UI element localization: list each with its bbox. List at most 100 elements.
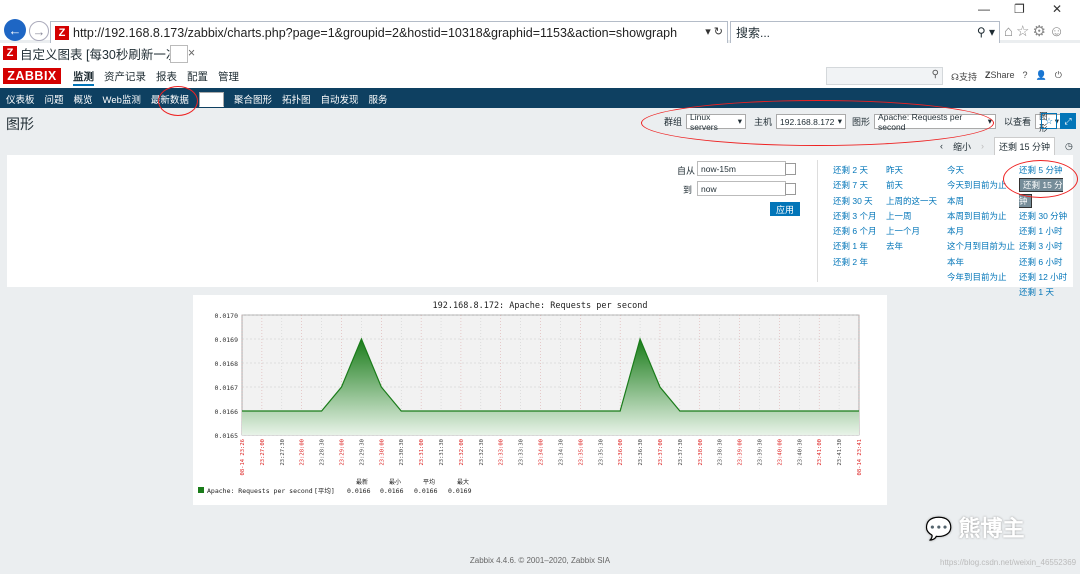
quick-range-item[interactable]: 还剩 1 小时 [1019,224,1073,239]
quick-range-item[interactable]: 上周的这一天 [886,194,937,209]
x-tick-label: 23:38:00 [698,439,704,466]
browser-tab-title[interactable]: 自定义图表 [每30秒刷新一次] [20,44,182,63]
forward-arrow-icon[interactable]: → [29,21,49,41]
subnav-graphs[interactable]: 图形 [198,92,224,107]
legend-value: 0.0166 [347,487,371,495]
subnav-services[interactable]: 服务 [369,92,388,107]
time-tab-current[interactable]: 还剩 15 分钟 [994,137,1056,155]
quick-range-item[interactable]: 本周 [947,194,1015,209]
subnav-web[interactable]: Web监测 [103,92,141,107]
x-tick-label: 23:33:30 [519,439,525,466]
chevron-left-icon[interactable]: ‹ [940,141,943,151]
y-tick-label: 0.0168 [215,360,239,368]
share-link[interactable]: ZShare [985,70,1015,83]
clock-icon[interactable]: ◷ [1065,141,1073,152]
header-links: ☊支持 ZShare ? 👤 ⏻ [951,70,1062,83]
minimize-icon[interactable]: — [978,2,990,16]
menu-administration[interactable]: 管理 [218,69,239,86]
menu-inventory[interactable]: 资产记录 [104,69,146,86]
quick-range-item[interactable]: 这个月到目前为止 [947,239,1015,254]
subnav-maps[interactable]: 拓扑图 [282,92,311,107]
new-tab-icon[interactable] [170,45,188,63]
header-search-input[interactable]: ⚲ [826,67,943,85]
quick-range-item[interactable]: 今年到目前为止 [947,270,1015,285]
zoom-out-button[interactable]: 缩小 [953,140,971,153]
x-tick-label: 23:39:30 [757,439,763,466]
y-tick-label: 0.0170 [215,312,239,320]
subnav-dashboard[interactable]: 仪表板 [6,92,35,107]
chevron-right-icon[interactable]: › [981,141,984,151]
menu-reports[interactable]: 报表 [156,69,177,86]
requests-per-second-chart[interactable]: 192.168.8.172: Apache: Requests per seco… [193,295,887,505]
browser-tab[interactable]: Z 自定义图表 [每30秒刷新一次] × [3,44,195,62]
quick-range-item[interactable]: 本年 [947,255,1015,270]
quick-range-item[interactable]: 还剩 1 年 [833,239,876,254]
browser-toolbar: — ❐ ✕ ← → Z http://192.168.8.173/zabbix/… [0,0,1080,44]
quick-range-item[interactable]: 还剩 12 小时 [1019,270,1073,285]
search-icon[interactable]: ⚲ ▾ [977,25,995,39]
quick-range-item[interactable]: 本月 [947,224,1015,239]
quick-range-item[interactable]: 还剩 2 年 [833,255,876,270]
refresh-icon[interactable]: ▾ ↻ [705,25,723,38]
back-arrow-icon[interactable]: ← [4,19,26,41]
favorite-star-icon[interactable]: ☆ [1041,113,1057,129]
quick-range-item[interactable]: 还剩 30 天 [833,194,876,209]
subnav-screens[interactable]: 聚合图形 [234,92,272,107]
subnav-problems[interactable]: 问题 [45,92,64,107]
calendar-icon[interactable] [785,183,796,195]
x-tick-label: 23:32:00 [459,439,465,466]
menu-configuration[interactable]: 配置 [187,69,208,86]
quick-range-item[interactable]: 本周到目前为止 [947,209,1015,224]
quick-range-item[interactable]: 还剩 1 天 [1019,285,1073,300]
quick-range-item[interactable]: 还剩 2 天 [833,163,876,178]
from-input[interactable]: now-15m [697,161,786,176]
restore-icon[interactable]: ❐ [1014,2,1025,16]
home-star-gear-icons[interactable]: ⌂☆⚙☺ [1004,22,1067,40]
power-icon[interactable]: ⏻ [1055,70,1062,83]
search-icon[interactable]: ⚲ [932,69,939,80]
tab-close-icon[interactable]: × [188,46,195,60]
quick-range-item[interactable]: 前天 [886,178,937,193]
x-tick-label: 23:35:30 [598,439,604,466]
apply-button[interactable]: 应用 [770,202,800,216]
x-tick-label: 23:37:30 [678,439,684,466]
zabbix-logo[interactable]: ZABBIX [3,68,61,84]
user-icon[interactable]: 👤 [1036,70,1047,83]
x-tick-label: 23:36:30 [638,439,644,466]
menu-monitoring[interactable]: 监测 [73,69,94,86]
quick-range-item[interactable]: 上一周 [886,209,937,224]
quick-range-item[interactable]: 还剩 3 个月 [833,209,876,224]
address-bar-url[interactable]: http://192.168.8.173/zabbix/charts.php?p… [73,26,677,40]
quick-range-item[interactable]: 还剩 7 天 [833,178,876,193]
quick-range-item[interactable]: 还剩 6 个月 [833,224,876,239]
quick-range-item[interactable]: 还剩 3 小时 [1019,239,1073,254]
x-tick-label: 23:40:30 [797,439,803,466]
zabbix-header: ZABBIX 监测 资产记录 报表 配置 管理 ⚲ ☊支持 ZShare ? 👤… [0,63,1080,88]
legend-swatch [198,487,204,493]
legend-func: [平均] [314,486,335,495]
legend-header: 最小 [389,478,401,486]
calendar-icon[interactable] [785,163,796,175]
tab-favicon-icon: Z [3,46,17,60]
quick-range-item[interactable]: 上一个月 [886,224,937,239]
browser-search-placeholder[interactable]: 搜索... [736,24,770,41]
x-tick-label: 23:40:00 [777,439,783,466]
subnav-overview[interactable]: 概览 [74,92,93,107]
quick-range-item[interactable]: 昨天 [886,163,937,178]
close-window-icon[interactable]: ✕ [1052,2,1062,16]
browser-tab-strip: Z 自定义图表 [每30秒刷新一次] × [0,43,1080,64]
quick-range-item[interactable]: 去年 [886,239,937,254]
legend-value: 0.0166 [380,487,404,495]
from-label: 自从 [677,166,696,176]
quick-range-item[interactable]: 还剩 30 分钟 [1019,209,1073,224]
browser-search[interactable]: 搜索... ⚲ ▾ [730,21,1000,44]
x-tick-label: 08-14 23:41 [857,439,863,475]
subnav-discovery[interactable]: 自动发现 [320,92,358,107]
quick-range-item[interactable]: 还剩 6 小时 [1019,255,1073,270]
help-link[interactable]: ? [1023,70,1028,83]
support-link[interactable]: ☊支持 [951,70,977,83]
legend-series-name: Apache: Requests per second [207,487,313,495]
to-input[interactable]: now [697,181,786,196]
fullscreen-icon[interactable]: ⤢ [1060,113,1076,129]
address-bar[interactable]: Z http://192.168.8.173/zabbix/charts.php… [50,21,728,44]
